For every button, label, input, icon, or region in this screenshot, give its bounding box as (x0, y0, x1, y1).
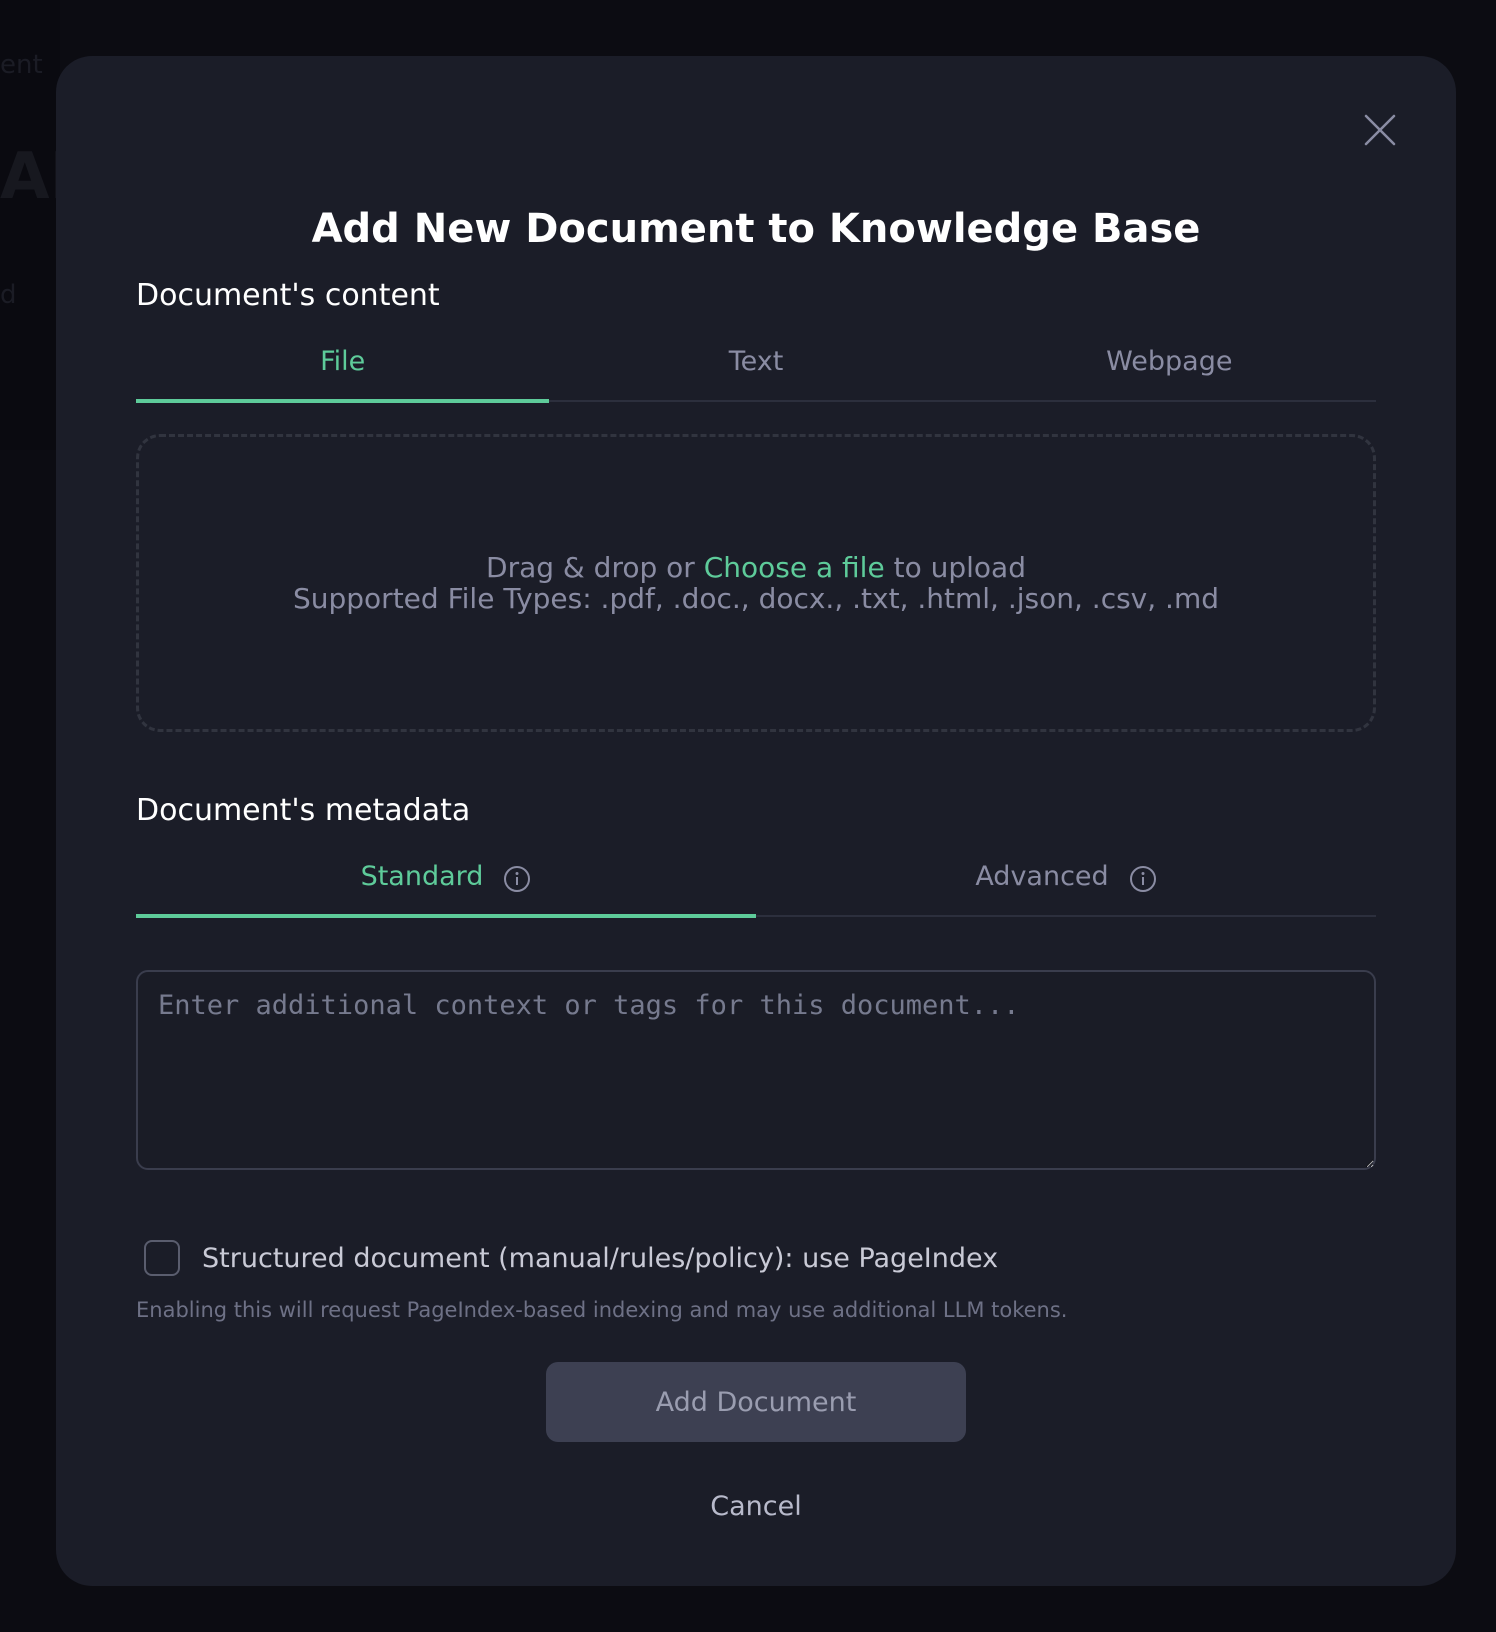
file-dropzone[interactable]: Drag & drop or Choose a file to upload S… (136, 434, 1376, 732)
tab-text[interactable]: Text (549, 340, 962, 400)
content-tabs: File Text Webpage (136, 340, 1376, 403)
metadata-tabs: Standard Advanced (136, 855, 1376, 918)
choose-file-link[interactable]: Choose a file (704, 551, 885, 584)
info-icon[interactable] (1129, 865, 1157, 893)
close-icon[interactable] (1362, 112, 1398, 148)
info-icon[interactable] (503, 865, 531, 893)
tab-standard[interactable]: Standard (136, 855, 756, 918)
structured-document-checkbox[interactable] (144, 1240, 180, 1276)
structured-document-option: Structured document (manual/rules/policy… (144, 1240, 998, 1276)
metadata-input[interactable] (136, 970, 1376, 1170)
metadata-section-label: Document's metadata (136, 793, 471, 828)
tab-webpage[interactable]: Webpage (963, 340, 1376, 400)
dropzone-instruction: Drag & drop or Choose a file to upload (486, 551, 1026, 584)
add-document-button[interactable]: Add Document (546, 1362, 966, 1442)
modal-title: Add New Document to Knowledge Base (311, 206, 1201, 252)
add-document-modal: Add New Document to Knowledge Base Docum… (56, 56, 1456, 1586)
cancel-button[interactable]: Cancel (656, 1476, 856, 1536)
tab-advanced[interactable]: Advanced (756, 855, 1376, 915)
structured-document-hint: Enabling this will request PageIndex-bas… (136, 1298, 1068, 1322)
tab-file[interactable]: File (136, 340, 550, 403)
supported-file-types: Supported File Types: .pdf, .doc., docx.… (292, 582, 1219, 615)
background-fragment: d (0, 280, 17, 310)
content-section-label: Document's content (136, 278, 440, 313)
background-fragment: ent (0, 50, 43, 80)
structured-document-label[interactable]: Structured document (manual/rules/policy… (202, 1243, 998, 1274)
